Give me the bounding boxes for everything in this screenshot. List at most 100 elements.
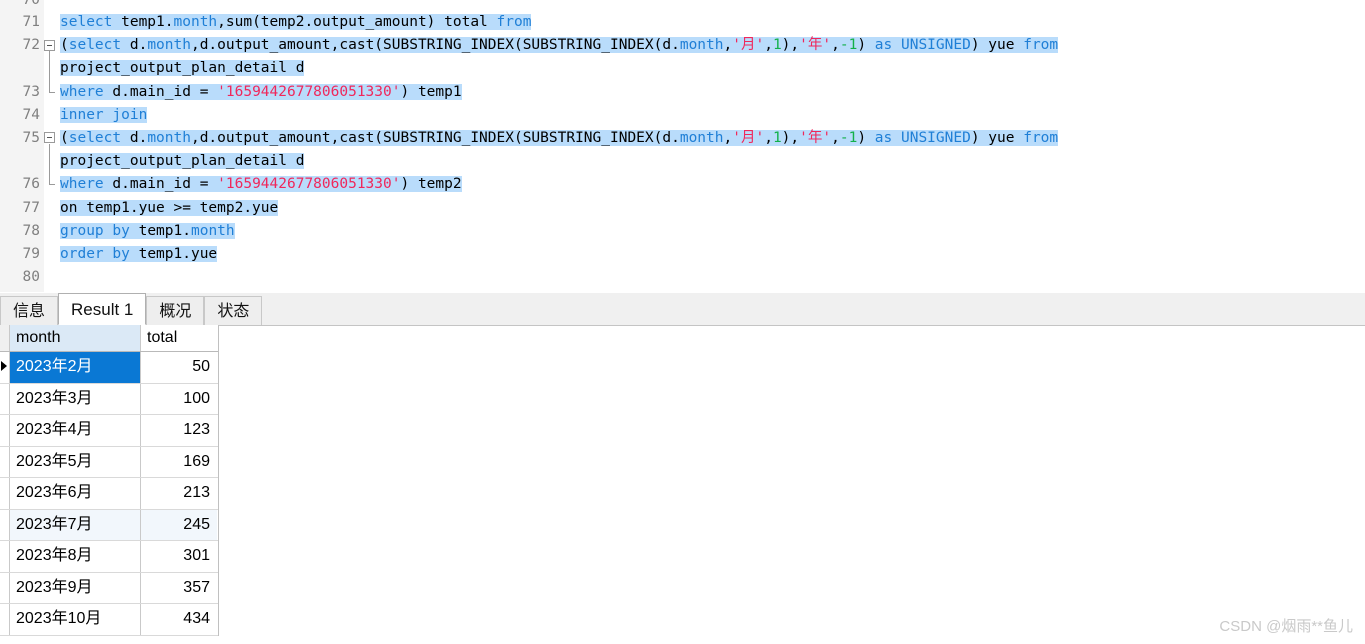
code-token-kw: as bbox=[874, 37, 901, 54]
editor-line-text: project_output_plan_detail d bbox=[60, 57, 305, 80]
cell-month[interactable]: 2023年6月 bbox=[10, 478, 141, 509]
editor-line[interactable]: project_output_plan_detail d bbox=[0, 150, 1365, 174]
tab-item-2[interactable]: 概况 bbox=[146, 296, 205, 325]
code-token-plain: , bbox=[764, 37, 773, 54]
code-fold-guide-line bbox=[49, 173, 50, 185]
cell-total[interactable]: 245 bbox=[141, 509, 217, 540]
cell-month[interactable]: 2023年3月 bbox=[10, 383, 141, 414]
editor-line-number: 80 bbox=[22, 269, 40, 286]
code-token-plain: ,d.output_amount,cast(SUBSTRING_INDEX(SU… bbox=[190, 129, 680, 146]
result-grid[interactable]: month total 2023年2月 50 2023年3月 100 2023年4月 12… bbox=[0, 325, 219, 636]
editor-line-text: select temp1.month,sum(temp2.output_amou… bbox=[60, 11, 532, 34]
grid-row-indicator-cell[interactable] bbox=[0, 509, 10, 540]
cell-total[interactable]: 169 bbox=[141, 447, 217, 478]
grid-row-indicator-cell[interactable] bbox=[0, 415, 10, 446]
code-token-plain: ,sum(temp2.output_amount) total bbox=[217, 14, 497, 30]
editor-line-text: project_output_plan_detail d bbox=[60, 150, 305, 173]
code-token-kw: select bbox=[68, 129, 130, 146]
cell-total[interactable]: 301 bbox=[141, 541, 217, 572]
table-row[interactable]: 2023年7月 245 bbox=[0, 509, 218, 541]
column-header-month[interactable]: month bbox=[10, 325, 141, 351]
tab-result-1[interactable]: Result 1 bbox=[58, 293, 147, 325]
editor-line-text: on temp1.yue >= temp2.yue bbox=[60, 197, 279, 220]
cell-total[interactable]: 50 bbox=[141, 352, 217, 383]
cell-month[interactable]: 2023年2月 bbox=[10, 352, 141, 383]
cell-month[interactable]: 2023年5月 bbox=[10, 446, 141, 477]
editor-line[interactable]: 80 bbox=[0, 266, 1365, 289]
code-token-kw: from bbox=[1023, 37, 1059, 54]
grid-row-indicator-cell[interactable] bbox=[0, 446, 10, 477]
editor-line-number: 75 bbox=[22, 129, 40, 146]
code-fold-collapse-icon[interactable] bbox=[44, 132, 55, 144]
code-fold-collapse-icon[interactable] bbox=[44, 39, 55, 51]
tab-item-0[interactable]: 信息 bbox=[0, 296, 59, 325]
sql-editor-pane[interactable]: 70 71 select temp1.month,sum(temp2.output_… bbox=[0, 0, 1365, 292]
editor-line[interactable]: 79 order by temp1.yue bbox=[0, 243, 1365, 266]
grid-row-indicator-cell[interactable] bbox=[0, 604, 10, 635]
code-token-kw: UNSIGNED bbox=[900, 129, 971, 146]
cell-total[interactable]: 434 bbox=[141, 604, 217, 635]
grid-body[interactable]: 2023年2月 50 2023年3月 100 2023年4月 123 2023年5月 169 2… bbox=[0, 352, 218, 636]
code-token-str: '年' bbox=[799, 129, 832, 146]
editor-line[interactable]: 74 inner join bbox=[0, 104, 1365, 127]
code-token-kw: by bbox=[112, 245, 139, 262]
editor-line[interactable]: 77 on temp1.yue >= temp2.yue bbox=[0, 197, 1365, 220]
code-token-kw: order bbox=[60, 245, 113, 262]
code-token-id: month bbox=[147, 37, 191, 54]
cell-total[interactable]: 213 bbox=[141, 478, 217, 509]
table-row[interactable]: 2023年3月 100 bbox=[0, 383, 218, 415]
code-token-plain: d. bbox=[129, 129, 148, 146]
editor-line[interactable]: project_output_plan_detail d bbox=[0, 57, 1365, 81]
code-token-plain: , bbox=[831, 129, 840, 146]
editor-line-text: (select d.month,d.output_amount,cast(SUB… bbox=[60, 34, 1059, 57]
code-token-plain: on temp1.yue >= temp2.yue bbox=[60, 199, 279, 216]
cell-total[interactable]: 100 bbox=[141, 384, 217, 415]
editor-line-text: where d.main_id = '1659442677806051330')… bbox=[60, 173, 462, 196]
code-token-plain: ) yue bbox=[970, 37, 1024, 54]
table-row[interactable]: 2023年2月 50 bbox=[0, 352, 218, 384]
editor-line-number: 73 bbox=[22, 83, 40, 100]
code-token-plain: ) bbox=[857, 37, 875, 54]
grid-row-indicator-cell[interactable] bbox=[0, 352, 10, 383]
table-row[interactable]: 2023年8月 301 bbox=[0, 541, 218, 573]
code-token-kw: where bbox=[60, 83, 113, 100]
cell-month[interactable]: 2023年8月 bbox=[10, 541, 141, 572]
cell-month[interactable]: 2023年4月 bbox=[10, 415, 141, 446]
cell-total[interactable]: 123 bbox=[141, 415, 217, 446]
result-tab-bar[interactable]: 信息 Result 1 概况 状态 bbox=[0, 293, 1365, 326]
table-row[interactable]: 2023年5月 169 bbox=[0, 446, 218, 478]
grid-row-indicator-cell[interactable] bbox=[0, 383, 10, 414]
table-row[interactable]: 2023年9月 357 bbox=[0, 572, 218, 604]
code-token-plain: ) bbox=[857, 129, 875, 146]
code-token-num: -1 bbox=[839, 129, 858, 146]
grid-row-indicator-cell[interactable] bbox=[0, 478, 10, 509]
editor-code-area[interactable]: 70 71 select temp1.month,sum(temp2.output_… bbox=[0, 0, 1365, 289]
code-token-plain: d.main_id = bbox=[112, 83, 218, 100]
tab-item-3[interactable]: 状态 bbox=[204, 296, 263, 325]
table-row[interactable]: 2023年10月 434 bbox=[0, 604, 218, 636]
cell-month[interactable]: 2023年10月 bbox=[10, 604, 141, 635]
code-fold-end-marker bbox=[49, 184, 55, 186]
editor-line[interactable]: 78 group by temp1.month bbox=[0, 220, 1365, 243]
code-token-num: -1 bbox=[839, 37, 858, 54]
code-token-plain: ) temp1 bbox=[400, 83, 462, 100]
editor-line-text: inner join bbox=[60, 104, 148, 127]
code-token-plain: ( bbox=[60, 37, 69, 54]
editor-line-text: where d.main_id = '1659442677806051330')… bbox=[60, 81, 462, 104]
editor-line[interactable]: 76 where d.main_id = '1659442677806051330… bbox=[0, 173, 1365, 196]
cell-month[interactable]: 2023年7月 bbox=[10, 509, 141, 540]
editor-line[interactable]: 72 (select d.month,d.output_amount,cast(S… bbox=[0, 34, 1365, 59]
cell-total[interactable]: 357 bbox=[141, 573, 217, 604]
grid-row-indicator-cell[interactable] bbox=[0, 572, 10, 603]
editor-line[interactable]: 75 (select d.month,d.output_amount,cast(S… bbox=[0, 127, 1365, 151]
table-row[interactable]: 2023年6月 213 bbox=[0, 478, 218, 510]
editor-line[interactable]: 71 select temp1.month,sum(temp2.output_am… bbox=[0, 11, 1365, 34]
table-row[interactable]: 2023年4月 123 bbox=[0, 415, 218, 447]
editor-line[interactable]: 73 where d.main_id = '1659442677806051330… bbox=[0, 80, 1365, 104]
code-token-plain: ) yue bbox=[970, 129, 1024, 146]
grid-row-indicator-cell[interactable] bbox=[0, 541, 10, 572]
column-header-total[interactable]: total bbox=[141, 325, 217, 351]
csdn-watermark: CSDN @烟雨**鱼儿 bbox=[1219, 618, 1353, 635]
tab-strip[interactable]: 信息 Result 1 概况 状态 bbox=[0, 293, 263, 325]
cell-month[interactable]: 2023年9月 bbox=[10, 572, 141, 603]
